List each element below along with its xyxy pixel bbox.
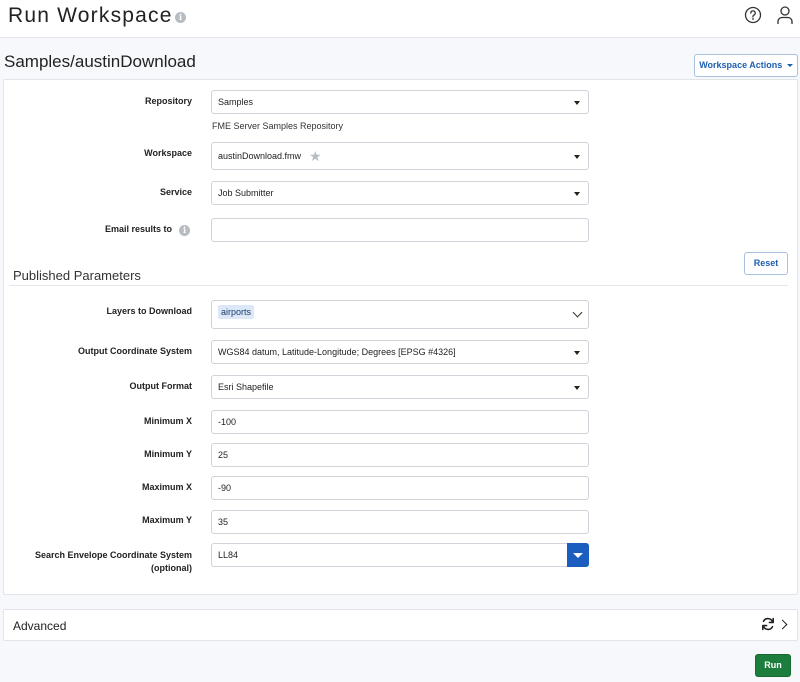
search-cs-label: Search Envelope Coordinate System (optio… <box>20 549 192 575</box>
min-y-input[interactable]: 25 <box>211 443 589 467</box>
max-y-input[interactable]: 35 <box>211 510 589 534</box>
max-y-value: 35 <box>218 517 229 527</box>
workspace-path-heading: Samples/austinDownload <box>4 52 196 71</box>
search-cs-input[interactable]: LL84 <box>211 543 589 567</box>
reset-button[interactable]: Reset <box>744 252 788 275</box>
workspace-actions-label: Workspace Actions <box>699 60 783 70</box>
workspace-select[interactable]: austinDownload.fmw ★ <box>211 142 589 170</box>
caret-down-icon <box>574 101 580 105</box>
output-cs-value: WGS84 datum, Latitude-Longitude; Degrees… <box>218 347 456 357</box>
min-y-label: Minimum Y <box>144 449 192 459</box>
workspace-value: austinDownload.fmw <box>218 151 302 161</box>
caret-down-icon <box>574 386 580 390</box>
output-format-select[interactable]: Esri Shapefile <box>211 375 589 399</box>
min-x-input[interactable]: -100 <box>211 410 589 434</box>
star-icon[interactable]: ★ <box>309 143 322 169</box>
section-divider <box>9 285 788 286</box>
refresh-icon[interactable] <box>761 617 775 631</box>
min-x-label: Minimum X <box>143 416 192 426</box>
run-button[interactable]: Run <box>755 654 791 677</box>
layers-label: Layers to Download <box>106 306 192 316</box>
output-cs-select[interactable]: WGS84 datum, Latitude-Longitude; Degrees… <box>211 340 589 364</box>
caret-down-icon <box>574 351 580 355</box>
advanced-panel[interactable]: Advanced <box>3 609 798 641</box>
output-format-value: Esri Shapefile <box>218 382 274 392</box>
email-label: Email results to <box>104 224 172 234</box>
workspace-actions-button[interactable]: Workspace Actions <box>694 54 798 77</box>
chevron-down-icon <box>572 307 583 318</box>
info-icon[interactable]: i <box>179 225 190 236</box>
max-y-label: Maximum Y <box>142 515 192 525</box>
layer-chip[interactable]: airports <box>218 305 255 319</box>
info-icon[interactable]: i <box>175 12 186 23</box>
page-title: Run Workspace <box>8 4 173 27</box>
max-x-input[interactable]: -90 <box>211 476 589 500</box>
user-icon[interactable] <box>776 5 794 25</box>
service-label: Service <box>159 187 192 197</box>
min-y-value: 25 <box>218 450 229 460</box>
service-select[interactable]: Job Submitter <box>211 181 589 205</box>
chevron-right-icon[interactable] <box>777 619 788 630</box>
output-cs-label: Output Coordinate System <box>77 346 192 356</box>
search-cs-label-line2: (optional) <box>151 563 192 573</box>
min-x-value: -100 <box>218 417 237 427</box>
advanced-label: Advanced <box>13 619 67 633</box>
repository-label: Repository <box>144 96 192 106</box>
max-x-label: Maximum X <box>141 482 192 492</box>
dropdown-toggle-button[interactable] <box>567 543 589 567</box>
repository-helper-text: FME Server Samples Repository <box>212 121 344 131</box>
caret-down-icon <box>786 64 793 68</box>
output-format-label: Output Format <box>129 381 193 391</box>
workspace-label: Workspace <box>144 148 192 158</box>
email-input[interactable] <box>211 218 589 242</box>
top-bar: Run Workspace i <box>0 0 800 38</box>
search-cs-label-line1: Search Envelope Coordinate System <box>34 550 192 560</box>
max-x-value: -90 <box>218 483 232 493</box>
search-cs-value: LL84 <box>218 550 239 560</box>
caret-down-icon <box>574 192 580 196</box>
help-circle-icon[interactable] <box>744 6 762 24</box>
repository-select[interactable]: Samples <box>211 90 589 114</box>
repository-value: Samples <box>218 97 254 107</box>
service-value: Job Submitter <box>218 188 274 198</box>
caret-down-icon <box>574 155 580 159</box>
published-parameters-title: Published Parameters <box>13 268 141 283</box>
layers-multiselect[interactable]: airports <box>211 300 589 329</box>
